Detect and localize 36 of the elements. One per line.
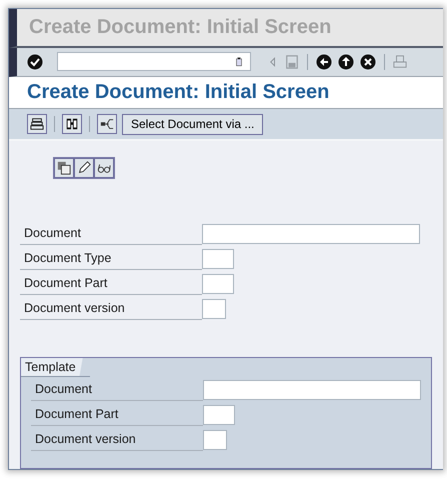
branch-button[interactable] [97,114,117,134]
pencil-icon [77,161,91,175]
edit-button[interactable] [74,158,94,178]
dropdown-icon [234,56,244,68]
input-field[interactable] [203,404,235,424]
binoculars-icon [65,117,79,132]
save-icon [285,54,299,69]
back-icon [316,54,332,70]
field-label: Document Type [20,248,202,270]
up-icon [338,54,354,70]
input-field[interactable] [203,430,227,450]
window-title: Create Document: Initial Screen [29,16,332,39]
input-field[interactable] [202,224,420,244]
command-field[interactable] [57,52,251,72]
field-label: Document version [31,428,203,450]
input-field[interactable] [202,248,234,268]
field-label: Document Part [31,404,203,426]
print-icon [393,54,407,69]
screen-title: Create Document: Initial Screen [27,81,330,104]
field-label: Document [20,222,202,244]
copy-icon [57,161,71,175]
field-label: Document [31,378,203,400]
input-field[interactable] [202,298,226,318]
input-field[interactable] [202,274,234,294]
find-button[interactable] [62,114,82,134]
display-button[interactable] [94,158,114,178]
field-label: Document Part [20,272,202,294]
select-document-button[interactable]: Select Document via ... [122,114,264,135]
stack-button[interactable] [27,114,47,134]
input-field[interactable] [203,380,421,400]
stack-icon [30,117,44,132]
cancel-icon [360,54,376,70]
field-label: Document version [20,298,202,320]
copy-button[interactable] [54,158,74,178]
check-icon [27,54,43,70]
branch-arrows-icon [100,117,114,132]
